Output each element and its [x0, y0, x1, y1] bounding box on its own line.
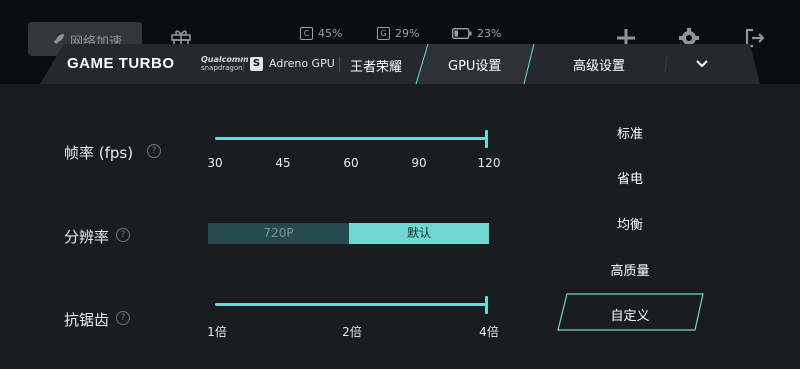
- preset-power-saving[interactable]: 省电: [617, 168, 643, 187]
- snapdragon-icon: S: [250, 57, 263, 71]
- tab-gpu-settings[interactable]: GPU设置: [448, 55, 501, 74]
- preset-standard[interactable]: 标准: [617, 123, 643, 142]
- framerate-slider-track[interactable]: [215, 137, 488, 140]
- brand-title: GAME TURBO: [67, 55, 175, 72]
- framerate-tick[interactable]: 45: [275, 156, 290, 170]
- game-name: 王者荣耀: [350, 60, 403, 75]
- antialiasing-help-icon[interactable]: ?: [116, 311, 130, 325]
- resolution-option-720p[interactable]: 720P: [208, 223, 349, 244]
- framerate-tick[interactable]: 120: [478, 156, 501, 170]
- preset-custom[interactable]: 自定义: [610, 305, 649, 324]
- cpu-icon: C: [300, 27, 313, 40]
- chevron-down-icon[interactable]: [695, 57, 709, 71]
- antialiasing-label: 抗锯齿: [64, 311, 110, 329]
- framerate-slider-handle[interactable]: [485, 130, 488, 148]
- antialiasing-slider-track[interactable]: [215, 303, 488, 306]
- gpu-icon: G: [377, 27, 390, 40]
- preset-high-quality[interactable]: 高质量: [610, 260, 649, 279]
- battery-value: 23%: [477, 27, 502, 40]
- framerate-tick[interactable]: 60: [343, 156, 358, 170]
- framerate-help-icon[interactable]: ?: [147, 144, 161, 158]
- resolution-option-default[interactable]: 默认: [349, 223, 489, 244]
- gpu-usage-value: 29%: [395, 27, 420, 40]
- tab-advanced-settings[interactable]: 高级设置: [573, 55, 625, 74]
- antialiasing-tick[interactable]: 4倍: [479, 323, 499, 340]
- qualcomm-logo: Qualcomm snapdragon: [201, 55, 249, 73]
- resolution-segmented-control: 720P 默认: [208, 223, 489, 244]
- framerate-label: 帧率 (fps): [64, 144, 134, 162]
- cpu-usage-value: 45%: [318, 27, 343, 40]
- game-turbo-header: GAME TURBO Qualcomm snapdragon S Adreno …: [40, 44, 760, 84]
- antialiasing-slider-handle[interactable]: [485, 296, 488, 314]
- cpu-usage: C 45%: [300, 27, 342, 40]
- battery-icon: [452, 28, 472, 39]
- divider: [339, 57, 340, 72]
- gpu-usage: G 29%: [377, 27, 419, 40]
- battery-level: 23%: [452, 27, 501, 40]
- antialiasing-tick[interactable]: 1倍: [207, 323, 227, 340]
- preset-balanced[interactable]: 均衡: [617, 214, 643, 233]
- framerate-tick[interactable]: 90: [411, 156, 426, 170]
- gpu-name: Adreno GPU: [269, 57, 335, 70]
- antialiasing-tick[interactable]: 2倍: [342, 323, 362, 340]
- framerate-tick[interactable]: 30: [207, 156, 222, 170]
- divider: [243, 57, 244, 72]
- resolution-help-icon[interactable]: ?: [116, 228, 130, 242]
- resolution-label: 分辨率: [64, 228, 110, 246]
